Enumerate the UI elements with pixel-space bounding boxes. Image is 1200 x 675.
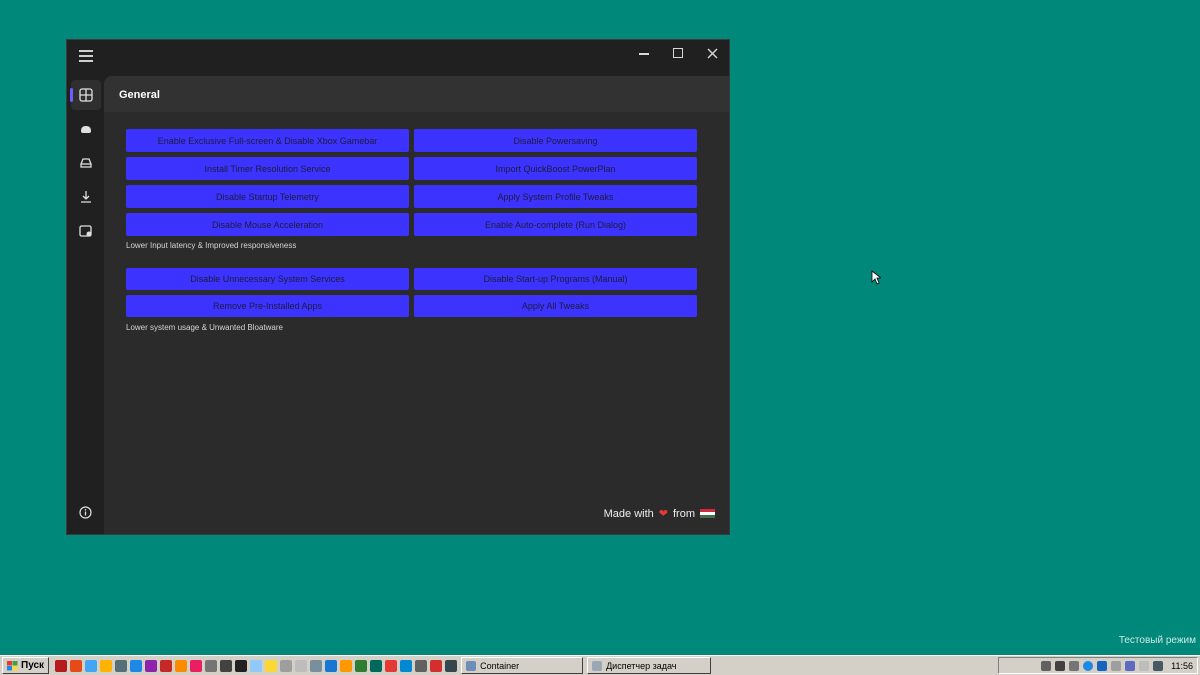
- task-manager[interactable]: Диспетчер задач: [587, 657, 712, 674]
- enable-exclusive-fullscreen-button[interactable]: Enable Exclusive Full-screen & Disable X…: [126, 129, 409, 152]
- quick-launch-icon[interactable]: [115, 659, 128, 672]
- info-icon[interactable]: [79, 506, 92, 519]
- app-settings-icon: [79, 225, 92, 237]
- taskbar: Пуск Container Диспетчер задач 11:56: [0, 655, 1200, 675]
- disable-mouse-acceleration-button[interactable]: Disable Mouse Acceleration: [126, 213, 409, 236]
- quick-launch-icon[interactable]: [400, 659, 413, 672]
- tweaks-grid-2: Disable Unnecessary System Services Disa…: [126, 268, 698, 317]
- quick-launch-icon[interactable]: [220, 659, 233, 672]
- quick-launch-icon[interactable]: [445, 659, 458, 672]
- section2-caption: Lower system usage & Unwanted Bloatware: [126, 323, 283, 332]
- quick-launch-icon[interactable]: [295, 659, 308, 672]
- nav-download[interactable]: [71, 182, 101, 212]
- maximize-button[interactable]: [661, 40, 695, 66]
- quick-launch: [55, 659, 458, 672]
- quick-launch-icon[interactable]: [370, 659, 383, 672]
- tray-icon[interactable]: [1097, 660, 1108, 671]
- quick-launch-icon[interactable]: [430, 659, 443, 672]
- close-button[interactable]: [695, 40, 729, 66]
- heart-icon: ❤: [658, 508, 668, 520]
- clock[interactable]: 11:56: [1171, 661, 1193, 671]
- grid-icon: [79, 88, 93, 102]
- app-window: General Enable Exclusive Full-screen & D…: [66, 39, 730, 535]
- minimize-button[interactable]: [627, 40, 661, 66]
- quick-launch-icon[interactable]: [160, 659, 173, 672]
- quick-launch-icon[interactable]: [145, 659, 158, 672]
- quick-launch-icon[interactable]: [265, 659, 278, 672]
- hungary-flag-icon: [700, 508, 715, 519]
- test-mode-watermark: Тестовый режим: [1118, 635, 1196, 646]
- mouse-cursor-icon: [871, 270, 881, 285]
- nav-gaming[interactable]: [71, 114, 101, 144]
- quick-launch-icon[interactable]: [100, 659, 113, 672]
- from-text: from: [673, 507, 695, 520]
- close-icon: [707, 48, 717, 58]
- download-icon: [81, 191, 91, 203]
- start-label: Пуск: [21, 660, 45, 671]
- quick-launch-icon[interactable]: [235, 659, 248, 672]
- tray-icon[interactable]: [1111, 660, 1122, 671]
- import-powerplan-button[interactable]: Import QuickBoost PowerPlan: [414, 157, 697, 180]
- tray-icon[interactable]: [1041, 660, 1052, 671]
- apply-all-tweaks-button[interactable]: Apply All Tweaks: [414, 295, 697, 317]
- windows-logo-icon: [7, 660, 18, 670]
- quick-launch-icon[interactable]: [190, 659, 203, 672]
- system-tray: 11:56: [998, 657, 1198, 674]
- task-label: Container: [480, 660, 520, 671]
- section1-caption: Lower Input latency & Improved responsiv…: [126, 241, 297, 250]
- tray-icon[interactable]: [1139, 660, 1150, 671]
- remove-preinstalled-apps-button[interactable]: Remove Pre-Installed Apps: [126, 295, 409, 317]
- disable-startup-telemetry-button[interactable]: Disable Startup Telemetry: [126, 185, 409, 208]
- quick-launch-icon[interactable]: [325, 659, 338, 672]
- quick-launch-icon[interactable]: [310, 659, 323, 672]
- quick-launch-icon[interactable]: [415, 659, 428, 672]
- quick-launch-icon[interactable]: [355, 659, 368, 672]
- tray-icon[interactable]: [1055, 660, 1066, 671]
- minimize-icon: [639, 53, 649, 55]
- disable-startup-programs-button[interactable]: Disable Start-up Programs (Manual): [414, 268, 697, 290]
- task-manager-icon: [592, 660, 603, 671]
- tweaks-grid-1: Enable Exclusive Full-screen & Disable X…: [126, 129, 698, 236]
- nav-general[interactable]: [70, 80, 101, 110]
- nav-storage[interactable]: [71, 148, 101, 178]
- quick-launch-icon[interactable]: [250, 659, 263, 672]
- quick-launch-icon[interactable]: [130, 659, 143, 672]
- quick-launch-icon[interactable]: [55, 659, 68, 672]
- sidebar: [67, 74, 104, 534]
- drive-icon: [80, 158, 92, 168]
- disable-system-services-button[interactable]: Disable Unnecessary System Services: [126, 268, 409, 290]
- gamepad-icon: [81, 126, 91, 133]
- hamburger-menu-icon[interactable]: [79, 50, 93, 62]
- task-label: Диспетчер задач: [606, 660, 677, 671]
- maximize-icon: [673, 48, 683, 58]
- apply-system-profile-button[interactable]: Apply System Profile Tweaks: [414, 185, 697, 208]
- quick-launch-icon[interactable]: [385, 659, 398, 672]
- install-timer-resolution-button[interactable]: Install Timer Resolution Service: [126, 157, 409, 180]
- volume-icon[interactable]: [1153, 660, 1164, 671]
- tray-icon[interactable]: [1069, 660, 1080, 671]
- quick-launch-icon[interactable]: [175, 659, 188, 672]
- made-with-text: Made with: [603, 507, 654, 520]
- page-title: General: [104, 76, 729, 112]
- quick-launch-icon[interactable]: [85, 659, 98, 672]
- quick-launch-icon[interactable]: [205, 659, 218, 672]
- quick-launch-icon[interactable]: [70, 659, 83, 672]
- tray-icon[interactable]: [1083, 660, 1094, 671]
- footer-credit: Made with ❤ from: [604, 507, 715, 520]
- title-bar[interactable]: [67, 40, 729, 74]
- enable-autocomplete-button[interactable]: Enable Auto-complete (Run Dialog): [414, 213, 697, 236]
- quick-launch-icon[interactable]: [340, 659, 353, 672]
- quick-launch-icon[interactable]: [280, 659, 293, 672]
- task-container[interactable]: Container: [461, 657, 584, 674]
- main-content: General Enable Exclusive Full-screen & D…: [104, 76, 729, 534]
- disable-powersaving-button[interactable]: Disable Powersaving: [414, 129, 697, 152]
- nav-apps[interactable]: [71, 216, 101, 246]
- start-button[interactable]: Пуск: [2, 657, 50, 674]
- tray-icon[interactable]: [1125, 660, 1136, 671]
- container-app-icon: [466, 660, 477, 671]
